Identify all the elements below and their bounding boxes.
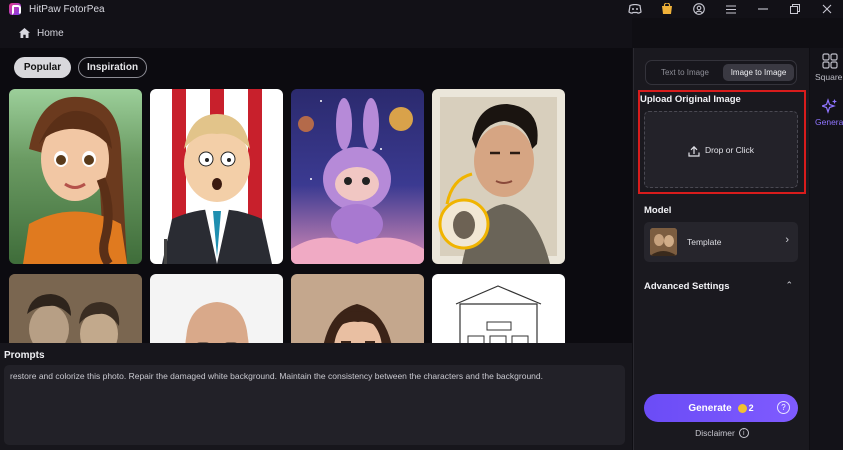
- tab-text-to-image[interactable]: Text to Image: [650, 64, 720, 81]
- gallery-card[interactable]: [150, 89, 283, 264]
- restore-icon[interactable]: [779, 0, 811, 18]
- grid-icon: [822, 53, 838, 69]
- disclaimer-link[interactable]: Disclaimer i: [634, 428, 810, 438]
- generate-cost: 2: [748, 403, 754, 413]
- settings-panel: Text to Image Image to Image Upload Orig…: [633, 48, 809, 450]
- sparkle-icon: [820, 98, 838, 114]
- home-link[interactable]: Home: [37, 28, 64, 39]
- prompt-input[interactable]: restore and colorize this photo. Repair …: [4, 365, 625, 445]
- close-icon[interactable]: [811, 0, 843, 18]
- upload-title: Upload Original Image: [640, 94, 741, 105]
- purple-toy-image: [291, 98, 424, 264]
- prompts-title: Prompts: [4, 350, 45, 361]
- title-bar: HitPaw FotorPea: [0, 0, 843, 18]
- prompt-text[interactable]: restore and colorize this photo. Repair …: [10, 371, 543, 382]
- app-title: HitPaw FotorPea: [29, 3, 105, 15]
- window-controls: [619, 0, 843, 18]
- app-logo-icon: [9, 3, 21, 15]
- nav-square-label: Square: [815, 72, 843, 82]
- help-icon[interactable]: ?: [777, 401, 790, 414]
- account-icon[interactable]: [683, 0, 715, 18]
- chevron-up-icon[interactable]: ⌃: [785, 280, 793, 291]
- nav-generate-label: Generate: [815, 117, 843, 127]
- shop-icon[interactable]: [651, 0, 683, 18]
- prompts-panel: Prompts restore and colorize this photo.…: [0, 343, 632, 450]
- generate-label: Generate: [688, 402, 732, 414]
- template-thumbnail: [650, 228, 677, 256]
- tab-popular[interactable]: Popular: [14, 57, 71, 78]
- upload-dropzone[interactable]: Drop or Click: [644, 111, 798, 188]
- coin-icon: [737, 403, 747, 413]
- chevron-right-icon: ›: [785, 234, 789, 246]
- model-title: Model: [644, 205, 672, 216]
- drop-label: Drop or Click: [704, 144, 755, 155]
- home-icon[interactable]: [19, 28, 30, 38]
- gallery-tabs: Popular Inspiration: [14, 57, 147, 78]
- menu-icon[interactable]: [715, 0, 747, 18]
- home-bar: Home: [0, 18, 632, 48]
- nav-generate[interactable]: Generate: [810, 98, 843, 127]
- gallery-card[interactable]: [9, 89, 142, 264]
- gallery-card[interactable]: [432, 89, 565, 264]
- disclaimer-label: Disclaimer: [695, 428, 735, 438]
- minimize-icon[interactable]: [747, 0, 779, 18]
- restored-portrait-image: [438, 97, 557, 264]
- right-nav: Square Generate: [810, 48, 843, 450]
- upload-icon: [688, 144, 700, 157]
- cartoon-girl-image: [23, 96, 127, 264]
- discord-icon[interactable]: [619, 0, 651, 18]
- info-icon: i: [738, 428, 749, 438]
- generate-button[interactable]: Generate 2 ?: [644, 394, 798, 422]
- nav-square[interactable]: Square: [810, 53, 843, 82]
- template-label: Template: [687, 237, 722, 247]
- advanced-settings-title[interactable]: Advanced Settings: [644, 281, 730, 292]
- tab-inspiration[interactable]: Inspiration: [78, 57, 147, 78]
- cartoon-man-image: [162, 89, 272, 264]
- tab-image-to-image[interactable]: Image to Image: [723, 64, 794, 81]
- gallery-card[interactable]: [291, 89, 424, 264]
- mode-switch: Text to Image Image to Image: [645, 60, 797, 85]
- model-selector[interactable]: Template ›: [644, 222, 798, 262]
